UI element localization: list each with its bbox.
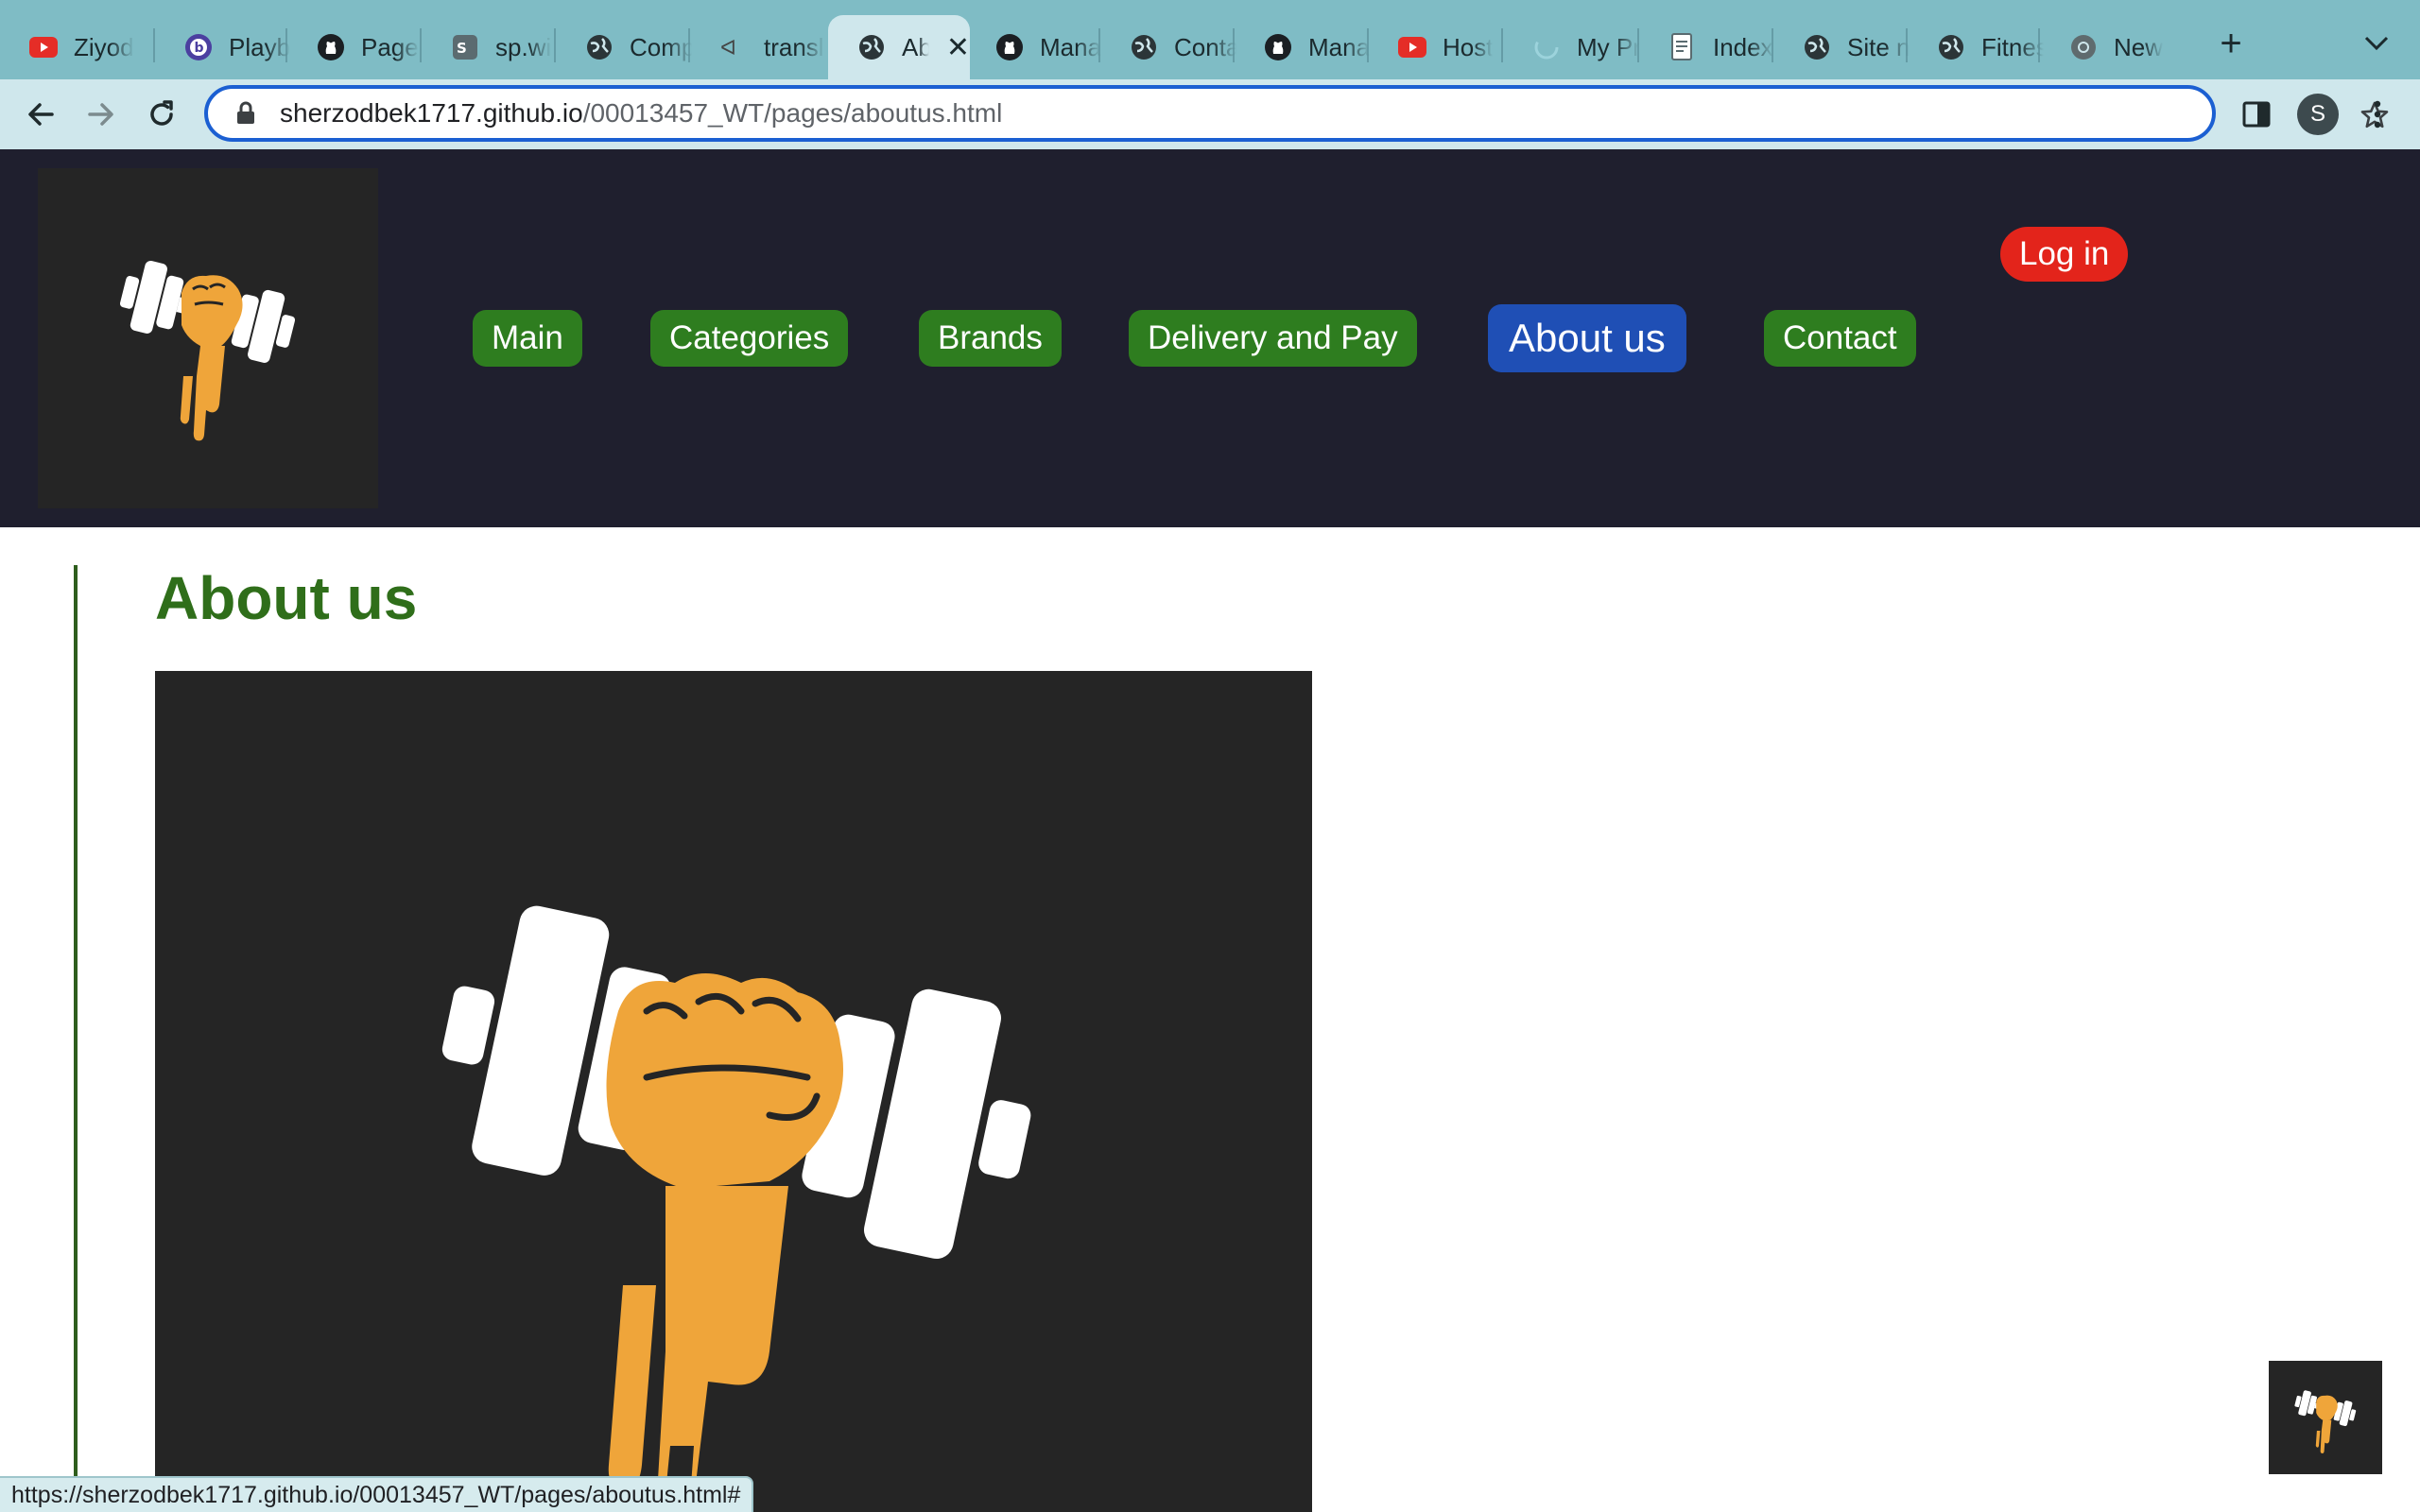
side-panel-icon: [2242, 101, 2271, 128]
browser-menu-button[interactable]: [2354, 91, 2401, 138]
floating-logo-button[interactable]: [2269, 1361, 2382, 1474]
browser-tab-label: Ziyod: [74, 32, 134, 61]
browser-tab[interactable]: Mana: [1235, 15, 1371, 79]
browser-tab-label: Playb: [229, 32, 291, 61]
browser-tab[interactable]: b Playb: [155, 15, 291, 79]
status-bar-link-preview: https://sherzodbek1717.github.io/0001345…: [0, 1476, 754, 1512]
browser-tab[interactable]: Site n: [1773, 15, 1910, 79]
browser-tab-label: Conta: [1174, 32, 1236, 61]
more-vertical-icon: [2374, 100, 2381, 129]
browser-tab[interactable]: Page: [287, 15, 424, 79]
tab-search-chevron-icon[interactable]: [2358, 28, 2395, 66]
browser-tab-label: Index: [1713, 32, 1773, 61]
fist-dumbbell-logo-icon: [119, 260, 296, 441]
browser-tab-label: transl: [764, 32, 824, 61]
address-bar[interactable]: sherzodbek1717.github.io/00013457_WT/pag…: [204, 85, 2389, 142]
browser-tab[interactable]: Ziyod: [0, 15, 136, 79]
document-icon: [1668, 32, 1698, 62]
browser-tab[interactable]: ᐊ transl: [690, 15, 826, 79]
browser-tab[interactable]: New: [2040, 15, 2176, 79]
browser-tab-label: Comp: [630, 32, 692, 61]
browser-tab[interactable]: Host: [1369, 15, 1505, 79]
browser-tab[interactable]: Index: [1639, 15, 1775, 79]
browser-tab-label: Mana: [1040, 32, 1102, 61]
nav-contact-button[interactable]: Contact: [1764, 310, 1916, 367]
browser-tab[interactable]: Ssp.wi: [422, 15, 558, 79]
reload-button[interactable]: [138, 91, 185, 138]
browser-tab-label: sp.wi: [495, 32, 552, 61]
browser-tab[interactable]: Fitnes: [1908, 15, 2044, 79]
nav-delivery-and-pay-button[interactable]: Delivery and Pay: [1129, 310, 1417, 367]
loading-icon: [1531, 32, 1562, 62]
browser-tab-label: New: [2114, 32, 2164, 61]
side-panel-button[interactable]: [2233, 91, 2280, 138]
svg-text:S: S: [457, 40, 467, 57]
browser-tab-label: Fitnes: [1981, 32, 2044, 61]
nav-about-us-button[interactable]: About us: [1488, 304, 1686, 372]
arrow-right-icon: [88, 103, 113, 126]
globe-icon: [1129, 32, 1159, 62]
about-hero-image: [155, 671, 1312, 1512]
page-title: About us: [155, 564, 418, 632]
nav-categories-button[interactable]: Categories: [650, 310, 849, 367]
nav-main-button[interactable]: Main: [473, 310, 582, 367]
site-header: Main Categories Brands Delivery and Pay Abou…: [0, 149, 2420, 527]
content-left-border: [74, 565, 78, 1512]
browser-tab-label: My Pr: [1577, 32, 1639, 61]
forward-button[interactable]: [78, 91, 125, 138]
fist-dumbbell-small-icon: [2294, 1390, 2357, 1453]
translate-icon: ᐊ: [718, 32, 749, 62]
url-domain: sherzodbek1717.github.io: [280, 98, 583, 128]
browser-tab-label: Mana: [1308, 32, 1371, 61]
arrow-left-icon: [28, 103, 54, 126]
b-circle-icon: b: [183, 32, 214, 62]
browser-tab-strip: Ziyod b Playb Page Ssp.wi Comp ᐊ transl Ab ✕ Mana C…: [0, 0, 2420, 79]
globe-icon: [1936, 32, 1966, 62]
browser-tab-label: Page: [361, 32, 419, 61]
profile-avatar[interactable]: S: [2297, 94, 2339, 135]
browser-tab-label: Ab: [902, 32, 929, 61]
browser-tab-label: Site n: [1847, 32, 1910, 61]
github-icon: [316, 32, 346, 62]
login-button[interactable]: Log in: [2000, 227, 2129, 282]
globe-icon: [856, 32, 887, 62]
site-logo[interactable]: [38, 168, 378, 508]
browser-tab[interactable]: My Pr: [1503, 15, 1639, 79]
browser-tab[interactable]: Mana: [966, 15, 1102, 79]
github-icon: [994, 32, 1025, 62]
svg-text:ᐊ: ᐊ: [720, 37, 736, 60]
new-tab-button[interactable]: +: [2212, 25, 2250, 64]
youtube-icon: [1397, 32, 1427, 62]
chrome-icon: [2068, 32, 2099, 62]
reload-icon: [150, 100, 173, 126]
browser-tab[interactable]: Ab ✕: [828, 15, 970, 79]
browser-tab[interactable]: Conta: [1100, 15, 1236, 79]
lock-icon[interactable]: [233, 100, 259, 127]
back-button[interactable]: [17, 91, 64, 138]
github-icon: [1263, 32, 1293, 62]
nav-brands-button[interactable]: Brands: [919, 310, 1062, 367]
browser-tab-label: Host: [1443, 32, 1494, 61]
globe-icon: [1802, 32, 1832, 62]
globe-icon: [584, 32, 614, 62]
youtube-icon: [28, 32, 59, 62]
fist-dumbbell-hero-icon: [441, 905, 1031, 1512]
svg-text:b: b: [195, 41, 204, 56]
browser-tab[interactable]: Comp: [556, 15, 692, 79]
sp-icon: S: [450, 32, 480, 62]
url-path: /00013457_WT/pages/aboutus.html: [582, 98, 1003, 128]
browser-toolbar: sherzodbek1717.github.io/00013457_WT/pag…: [0, 79, 2420, 149]
address-url[interactable]: sherzodbek1717.github.io/00013457_WT/pag…: [280, 98, 1002, 129]
